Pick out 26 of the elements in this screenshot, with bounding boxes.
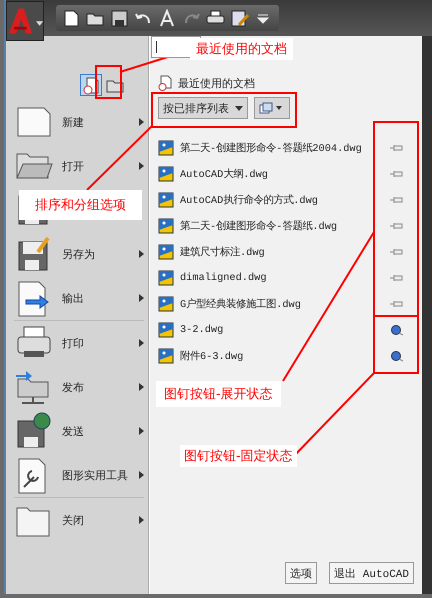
file-link[interactable]: 附件6-3.dwg (180, 349, 244, 363)
exit-button[interactable]: 退出 AutoCAD (329, 562, 414, 584)
annotation-label: 排序和分组选项 (19, 190, 142, 220)
file-link[interactable]: 第二天-创建图形命令-答题纸.dwg (180, 219, 338, 233)
menu-item[interactable]: 打印 (14, 321, 144, 365)
annotation-label: 图钉按钮-固定状态 (180, 445, 297, 467)
menu-item[interactable]: 关闭 (14, 498, 144, 542)
file-link[interactable]: G户型经典装修施工图.dwg (180, 297, 301, 311)
options-button[interactable]: 选项 (285, 562, 318, 584)
recent-documents-title: 最近使用的文档 (178, 76, 255, 90)
file-link[interactable]: 建筑尺寸标注.dwg (180, 245, 265, 259)
file-link[interactable]: 第二天-创建图形命令-答题纸2004.dwg (180, 141, 362, 155)
menu-item[interactable]: 打开 (14, 144, 144, 188)
file-link[interactable]: dimaligned.dwg (180, 272, 267, 284)
menu-item[interactable]: 新建 (14, 100, 144, 144)
file-link[interactable]: AutoCAD大纲.dwg (180, 167, 268, 181)
menu-item[interactable]: 输出 (14, 276, 144, 320)
menu-item[interactable]: 图形实用工具 (14, 453, 144, 497)
menu-item[interactable]: 发布 (14, 365, 144, 409)
menu-item[interactable]: 发送 (14, 409, 144, 453)
file-link[interactable]: 3-2.dwg (180, 324, 224, 336)
file-link[interactable]: AutoCAD执行命令的方式.dwg (180, 193, 318, 207)
annotation-label: 图钉按钮-展开状态 (156, 381, 281, 407)
sort-dropdown[interactable]: 按已排序列表 (158, 97, 248, 119)
menu-item[interactable]: 另存为 (14, 232, 144, 276)
annotation-label: 最近使用的文档 (190, 38, 293, 60)
